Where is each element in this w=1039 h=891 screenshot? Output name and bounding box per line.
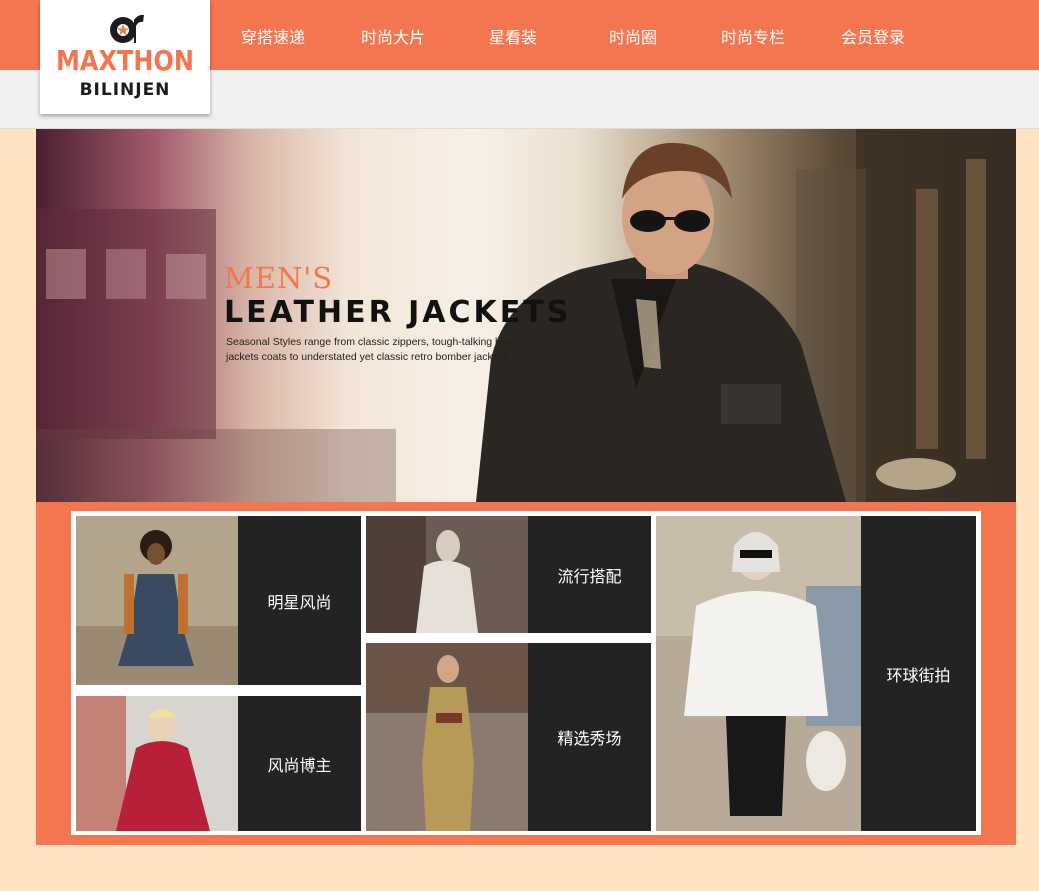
logo-main-text: MAXTHON xyxy=(56,44,194,78)
nav-item-member-login[interactable]: 会员登录 xyxy=(841,24,905,48)
nav-item-outfit-express[interactable]: 穿搭速递 xyxy=(241,24,305,48)
tile-label-star-style: 明星风尚 xyxy=(238,516,361,685)
banner-title-line2: LEATHER JACKETS xyxy=(224,295,572,330)
category-tile-selected-shows[interactable]: 精选秀场 xyxy=(366,643,651,831)
tile-photo-red-cape xyxy=(76,696,238,831)
tile-label-global-street: 环球街拍 xyxy=(861,516,976,831)
tile-label-trend-match: 流行搭配 xyxy=(528,516,651,633)
tile-label-fashion-blogger: 风尚博主 xyxy=(238,696,361,831)
tile-photo-runway-jumpsuit xyxy=(366,643,528,831)
site-logo[interactable]: MAXTHON BILINJEN xyxy=(40,0,210,114)
tile-photo-white-fur-coat xyxy=(366,516,528,633)
tile-photo-street-style xyxy=(656,516,861,831)
category-tile-fashion-blogger[interactable]: 风尚博主 xyxy=(76,696,361,831)
ar-star-logo-icon xyxy=(110,14,144,43)
banner-title-line1: MEN'S xyxy=(224,261,334,295)
nav-item-fashion-blockbuster[interactable]: 时尚大片 xyxy=(361,24,425,48)
hero-banner[interactable]: MEN'S LEATHER JACKETS Seasonal Styles ra… xyxy=(36,129,1016,502)
category-tile-star-style[interactable]: 明星风尚 xyxy=(76,516,361,685)
tile-label-selected-shows: 精选秀场 xyxy=(528,643,651,831)
category-tile-global-street[interactable]: 环球街拍 xyxy=(656,516,976,831)
tile-photo-runway-dress xyxy=(76,516,238,685)
category-tile-trend-match[interactable]: 流行搭配 xyxy=(366,516,651,633)
banner-description: Seasonal Styles range from classic zippe… xyxy=(226,336,518,363)
nav-item-star-looks[interactable]: 星看装 xyxy=(489,24,537,48)
nav-item-fashion-column[interactable]: 时尚专栏 xyxy=(721,24,785,48)
logo-sub-text: BILINJEN xyxy=(79,80,171,100)
nav-item-fashion-circle[interactable]: 时尚圈 xyxy=(609,24,657,48)
